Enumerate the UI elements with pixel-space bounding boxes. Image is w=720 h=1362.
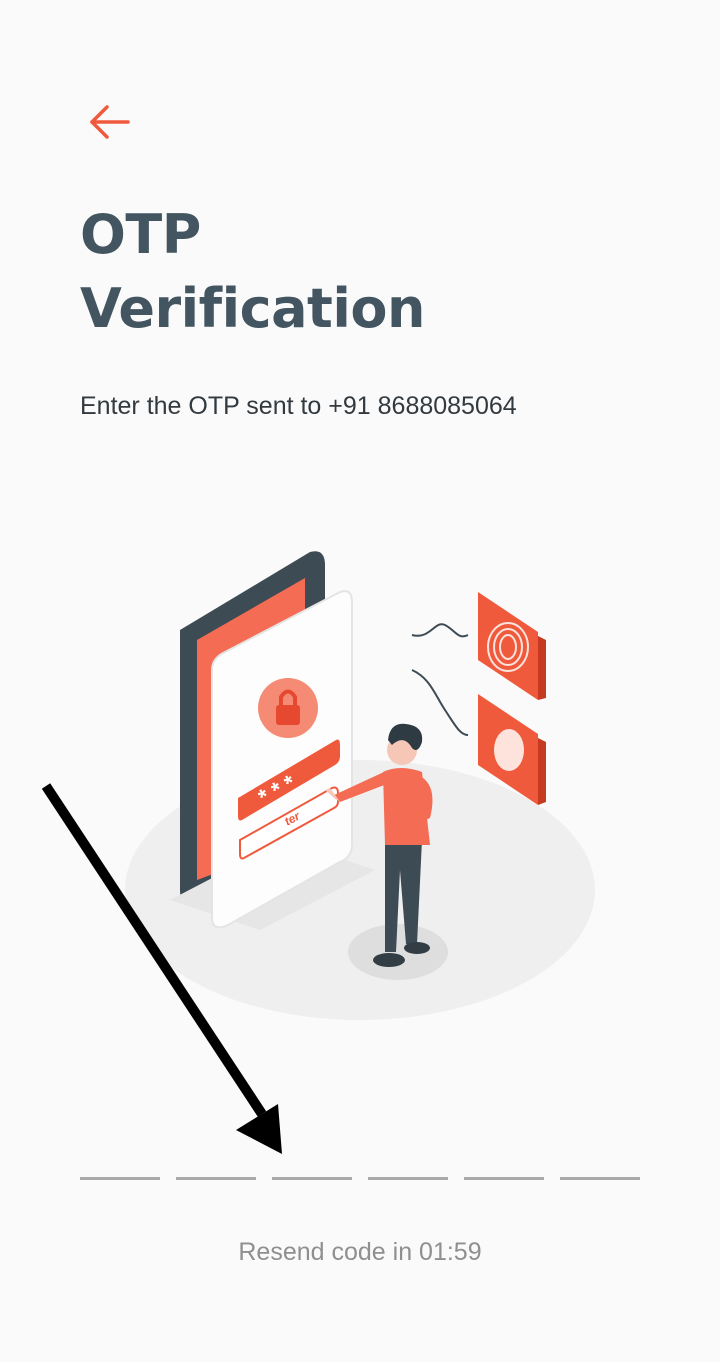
face-icon: [494, 729, 524, 771]
otp-digit-3[interactable]: [272, 1140, 352, 1180]
otp-digit-4[interactable]: [368, 1140, 448, 1180]
otp-illustration: * * * ter: [125, 551, 595, 1020]
connector-bottom: [411, 669, 469, 736]
face-tile-side: [538, 738, 546, 805]
otp-digit-5[interactable]: [464, 1140, 544, 1180]
lock-body: [276, 705, 300, 725]
title-line-1: OTP: [80, 203, 201, 266]
otp-digit-6[interactable]: [560, 1140, 640, 1180]
right-shoe: [404, 942, 430, 954]
page-title: OTP Verification: [80, 198, 425, 346]
back-button[interactable]: [80, 96, 136, 152]
resend-countdown: Resend code in 01:59: [238, 1238, 482, 1266]
connector-top: [411, 623, 469, 638]
person-shadow: [348, 924, 448, 980]
left-shoe: [373, 953, 405, 967]
otp-digit-2[interactable]: [176, 1140, 256, 1180]
otp-digit-1[interactable]: [80, 1140, 160, 1180]
otp-input-row: [80, 1140, 640, 1182]
fingerprint-tile-side: [538, 636, 546, 700]
otp-sent-message: Enter the OTP sent to +91 8688085064: [80, 392, 517, 420]
fingerprint-tile: [478, 592, 538, 700]
arrow-left-icon: [90, 105, 130, 139]
title-line-2: Verification: [80, 277, 425, 340]
